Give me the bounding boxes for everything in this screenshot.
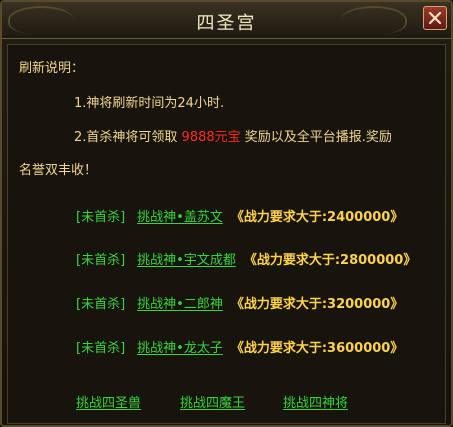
power-requirement: 《战力要求大于:2400000》 <box>230 210 404 225</box>
power-requirement: 《战力要求大于:3200000》 <box>230 297 404 312</box>
challenge-link-erlangshen[interactable]: 挑战神•二郎神 <box>137 297 223 312</box>
power-requirement: 《战力要求大于:3600000》 <box>230 341 404 356</box>
challenge-link-longtaizi[interactable]: 挑战神•龙太子 <box>137 341 223 356</box>
kill-status-tag: [未首杀] <box>76 297 126 312</box>
description-heading: 刷新说明： <box>19 61 85 76</box>
challenge-row: [未首杀] 挑战神•二郎神 《战力要求大于:3200000》 <box>76 293 403 312</box>
description-line-2-end: 奖励以及全平台播报.奖励 <box>240 130 392 145</box>
kill-status-tag: [未首杀] <box>76 341 126 356</box>
challenge-row: [未首杀] 挑战神•龙太子 《战力要求大于:3600000》 <box>76 337 403 356</box>
description-line-2: 2.首杀神将可领取 9888元宝 奖励以及全平台播报.奖励 <box>74 126 392 145</box>
challenge-link-yuwenchengdu[interactable]: 挑战神•宇文成都 <box>137 253 236 268</box>
challenge-row: [未首杀] 挑战神•宇文成都 《战力要求大于:2800000》 <box>76 249 416 268</box>
close-button[interactable] <box>423 6 447 30</box>
kill-status-tag: [未首杀] <box>76 253 126 268</box>
content-area <box>7 44 446 424</box>
description-line-1: 1.神将刷新时间为24小时. <box>74 96 225 111</box>
challenge-four-demon-kings-link[interactable]: 挑战四魔王 <box>180 392 245 411</box>
power-requirement: 《战力要求大于:2800000》 <box>243 253 417 268</box>
challenge-four-beasts-link[interactable]: 挑战四圣兽 <box>76 392 141 411</box>
challenge-row: [未首杀] 挑战神•盖苏文 《战力要求大于:2400000》 <box>76 206 403 225</box>
title-bar: 四圣宫 <box>2 2 451 39</box>
description-line-2-start: 2.首杀神将可领取 <box>74 130 182 145</box>
dialog-window: 四圣宫 刷新说明： 1.神将刷新时间为24小时. 2.首杀神将可领取 9888元… <box>0 0 453 427</box>
challenge-link-gaisuwen[interactable]: 挑战神•盖苏文 <box>137 210 223 225</box>
reward-highlight: 9888元宝 <box>181 130 241 145</box>
close-x-icon <box>428 11 442 25</box>
description-line-3: 名誉双丰收！ <box>19 163 98 178</box>
challenge-four-generals-link[interactable]: 挑战四神将 <box>283 392 348 411</box>
window-title: 四圣宫 <box>196 13 257 34</box>
kill-status-tag: [未首杀] <box>76 210 126 225</box>
